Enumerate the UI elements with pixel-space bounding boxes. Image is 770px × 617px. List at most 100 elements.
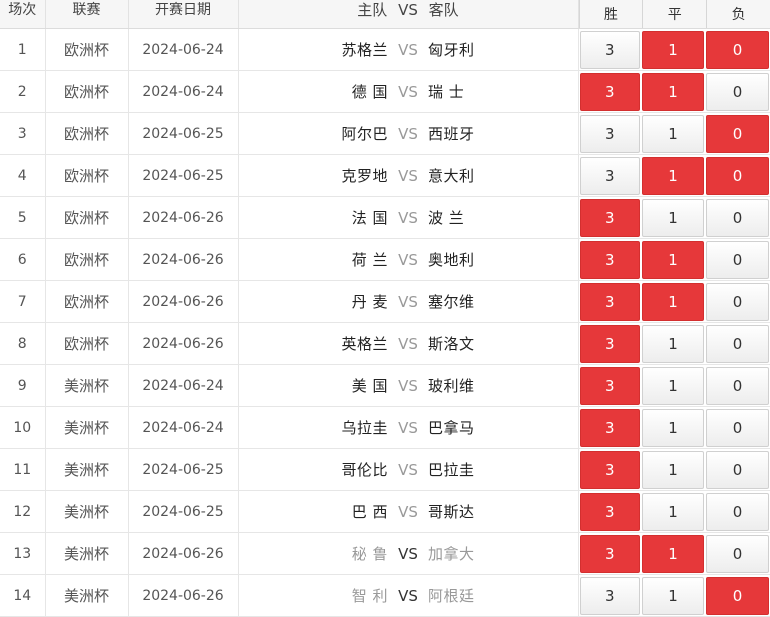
odds-lose-button[interactable]: 0: [706, 451, 770, 489]
odds-lose-button[interactable]: 0: [706, 367, 770, 405]
odds-win-button[interactable]: 3: [579, 409, 640, 447]
odds-win-button[interactable]: 3: [579, 367, 640, 405]
table-header: 场次 联赛 开赛日期 主队 VS 客队 胜 平 负: [0, 0, 770, 29]
odds-win-button[interactable]: 3: [579, 157, 640, 195]
match-date: 2024-06-26: [128, 238, 239, 281]
table-row: 8 欧洲杯 2024-06-26 英格兰 VS 斯洛文 3 1 0: [0, 322, 770, 365]
odds-draw-button[interactable]: 1: [642, 367, 704, 405]
odds-win-button[interactable]: 3: [579, 73, 640, 111]
odds-win-button[interactable]: 3: [579, 493, 640, 531]
home-team: 荷 兰: [351, 251, 389, 269]
odds-win-button[interactable]: 3: [579, 241, 640, 279]
odds-draw-button[interactable]: 1: [642, 31, 704, 69]
odds-draw-button[interactable]: 1: [642, 115, 704, 153]
odds-lose-button[interactable]: 0: [706, 493, 770, 531]
vs-label: VS: [398, 544, 418, 563]
odds-draw-button[interactable]: 1: [642, 241, 704, 279]
table-row: 10 美洲杯 2024-06-24 乌拉圭 VS 巴拿马 3 1 0: [0, 406, 770, 449]
odds-win-button[interactable]: 3: [579, 115, 640, 153]
away-team: 斯洛文: [427, 335, 475, 353]
home-team: 乌拉圭: [341, 419, 389, 437]
odds-lose-button[interactable]: 0: [706, 157, 770, 195]
match-date: 2024-06-25: [128, 448, 239, 491]
vs-label: VS: [398, 376, 418, 395]
match-date: 2024-06-26: [128, 532, 239, 575]
match-date: 2024-06-24: [128, 364, 239, 407]
league-name: 美洲杯: [45, 406, 129, 449]
home-team: 美 国: [351, 377, 389, 395]
league-name: 美洲杯: [45, 574, 129, 617]
vs-label: VS: [398, 40, 418, 59]
away-team: 波 兰: [427, 209, 465, 227]
header-odds: 胜 平 负: [578, 0, 770, 29]
odds-lose-button[interactable]: 0: [706, 241, 770, 279]
match-teams: 德 国 VS 瑞 士: [238, 70, 579, 113]
away-team: 意大利: [427, 167, 475, 185]
odds-lose-button[interactable]: 0: [706, 73, 770, 111]
odds-lose-button[interactable]: 0: [706, 577, 770, 615]
table-row: 11 美洲杯 2024-06-25 哥伦比 VS 巴拉圭 3 1 0: [0, 448, 770, 491]
home-team: 哥伦比: [341, 461, 389, 479]
vs-label: VS: [398, 166, 418, 185]
home-team: 秘 鲁: [351, 545, 389, 563]
odds-win-button[interactable]: 3: [579, 325, 640, 363]
match-number: 3: [0, 112, 46, 155]
odds-lose-button[interactable]: 0: [706, 31, 770, 69]
odds-win-button[interactable]: 3: [579, 535, 640, 573]
odds-win-button[interactable]: 3: [579, 577, 640, 615]
odds-lose-button[interactable]: 0: [706, 325, 770, 363]
match-date: 2024-06-25: [128, 154, 239, 197]
header-odds-win: 胜: [578, 0, 643, 28]
home-team: 丹 麦: [351, 293, 389, 311]
odds-draw-button[interactable]: 1: [642, 199, 704, 237]
table-row: 1 欧洲杯 2024-06-24 苏格兰 VS 匈牙利 3 1 0: [0, 28, 770, 71]
odds-draw-button[interactable]: 1: [642, 409, 704, 447]
odds-lose-button[interactable]: 0: [706, 115, 770, 153]
vs-label: VS: [398, 418, 418, 437]
odds-lose-button[interactable]: 0: [706, 409, 770, 447]
match-number: 7: [0, 280, 46, 323]
match-number: 9: [0, 364, 46, 407]
match-teams: 荷 兰 VS 奥地利: [238, 238, 579, 281]
odds-draw-button[interactable]: 1: [642, 73, 704, 111]
table-row: 5 欧洲杯 2024-06-26 法 国 VS 波 兰 310: [0, 196, 770, 239]
table-row: 2 欧洲杯 2024-06-24 德 国 VS 瑞 士 310: [0, 70, 770, 113]
vs-label: VS: [398, 502, 418, 521]
league-name: 欧洲杯: [45, 112, 129, 155]
odds-draw-button[interactable]: 1: [642, 451, 704, 489]
odds-win-button[interactable]: 3: [579, 199, 640, 237]
odds-draw-button[interactable]: 1: [642, 325, 704, 363]
match-teams: 美 国 VS 玻利维: [238, 364, 579, 407]
league-name: 美洲杯: [45, 532, 129, 575]
table-row: 6 欧洲杯 2024-06-26 荷 兰 VS 奥地利 3 1 0: [0, 238, 770, 281]
match-teams: 巴 西 VS 哥斯达: [238, 490, 579, 533]
odds-draw-button[interactable]: 1: [642, 493, 704, 531]
vs-label: VS: [398, 124, 418, 143]
vs-label: VS: [398, 250, 418, 269]
home-team: 巴 西: [351, 503, 389, 521]
odds-draw-button[interactable]: 1: [642, 157, 704, 195]
match-number: 14: [0, 574, 46, 617]
away-team: 阿根廷: [427, 587, 475, 605]
odds-draw-button[interactable]: 1: [642, 535, 704, 573]
odds-draw-button[interactable]: 1: [642, 283, 704, 321]
match-teams: 苏格兰 VS 匈牙利: [238, 28, 579, 71]
odds-win-button[interactable]: 3: [579, 283, 640, 321]
odds-draw-button[interactable]: 1: [642, 577, 704, 615]
header-league: 联赛: [45, 0, 129, 29]
table-row: 9 美洲杯 2024-06-24 美 国 VS 玻利维 3 1 0: [0, 364, 770, 407]
odds-lose-button[interactable]: 0: [706, 283, 770, 321]
odds-win-button[interactable]: 3: [579, 31, 640, 69]
match-number: 1: [0, 28, 46, 71]
match-teams: 秘 鲁 VS 加拿大: [238, 532, 579, 575]
table-body: 1 欧洲杯 2024-06-24 苏格兰 VS 匈牙利 3 1 0 2 欧洲杯 2024-06-24 德…: [0, 28, 770, 617]
away-team: 塞尔维: [427, 293, 475, 311]
match-teams: 法 国 VS 波 兰: [238, 196, 579, 239]
odds-lose-button[interactable]: 0: [706, 535, 770, 573]
league-name: 美洲杯: [45, 364, 129, 407]
match-date: 2024-06-26: [128, 196, 239, 239]
odds-win-button[interactable]: 3: [579, 451, 640, 489]
odds-lose-button[interactable]: 0: [706, 199, 770, 237]
header-vs: VS: [398, 0, 418, 19]
away-team: 巴拉圭: [427, 461, 475, 479]
